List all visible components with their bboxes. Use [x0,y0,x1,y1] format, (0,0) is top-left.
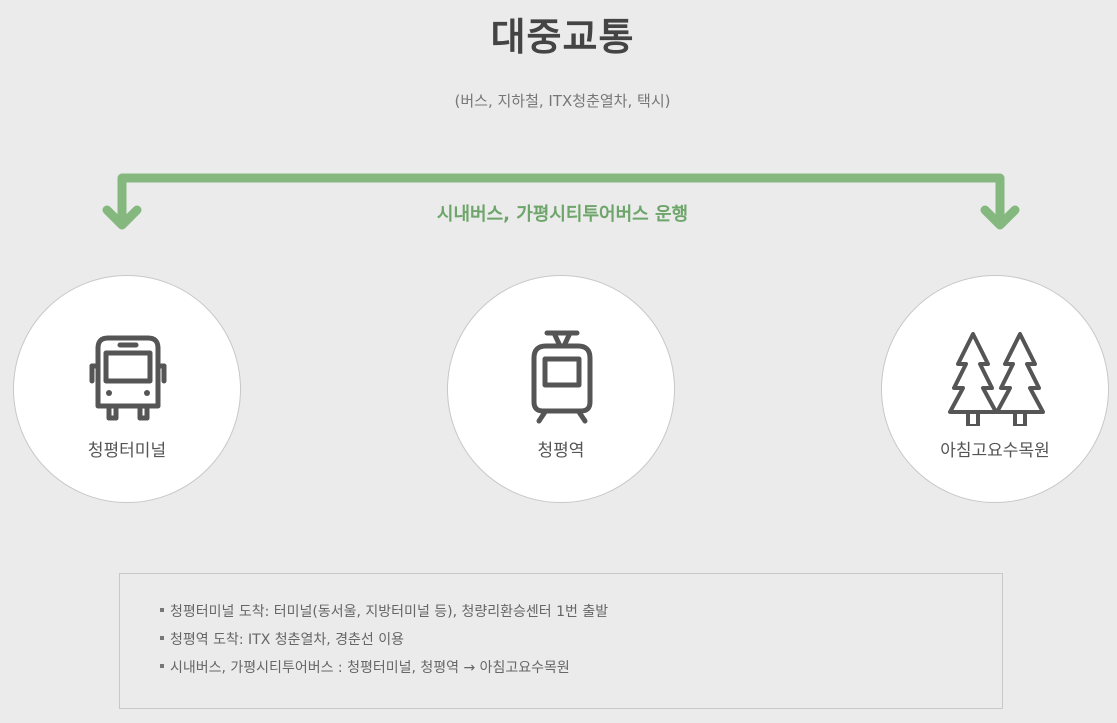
stop-label: 청평역 [537,441,585,461]
list-item: 시내버스, 가평시티투어버스 : 청평터미널, 청평역 → 아침고요수목원 [160,654,1002,682]
list-item: 청평역 도착: ITX 청춘열차, 경춘선 이용 [160,626,1002,654]
bus-icon [89,335,167,421]
stop-station: 청평역 [447,275,675,503]
stop-arboretum: 아침고요수목원 [881,275,1109,503]
bullet-icon [160,636,164,640]
page-subtitle: (버스, 지하철, ITX청춘열차, 택시) [454,92,671,110]
tram-icon [531,330,593,424]
notes-list: 청평터미널 도착: 터미널(동서울, 지방터미널 등), 청량리환승센터 1번 … [120,574,1002,682]
stop-label: 청평터미널 [87,441,167,461]
note-text: 청평역 도착: ITX 청춘열차, 경춘선 이용 [170,632,405,648]
bullet-icon [160,664,164,668]
stop-terminal: 청평터미널 [13,275,241,503]
bullet-icon [160,608,164,612]
page-title: 대중교통 [490,14,635,59]
route-label: 시내버스, 가평시티투어버스 운행 [436,204,689,225]
trees-icon [948,332,1045,426]
info-box: 청평터미널 도착: 터미널(동서울, 지방터미널 등), 청량리환승센터 1번 … [119,573,1003,709]
stop-label: 아침고요수목원 [940,441,1050,461]
note-text: 청평터미널 도착: 터미널(동서울, 지방터미널 등), 청량리환승센터 1번 … [170,604,609,620]
note-text: 시내버스, 가평시티투어버스 : 청평터미널, 청평역 → 아침고요수목원 [170,660,570,676]
list-item: 청평터미널 도착: 터미널(동서울, 지방터미널 등), 청량리환승센터 1번 … [160,598,1002,626]
